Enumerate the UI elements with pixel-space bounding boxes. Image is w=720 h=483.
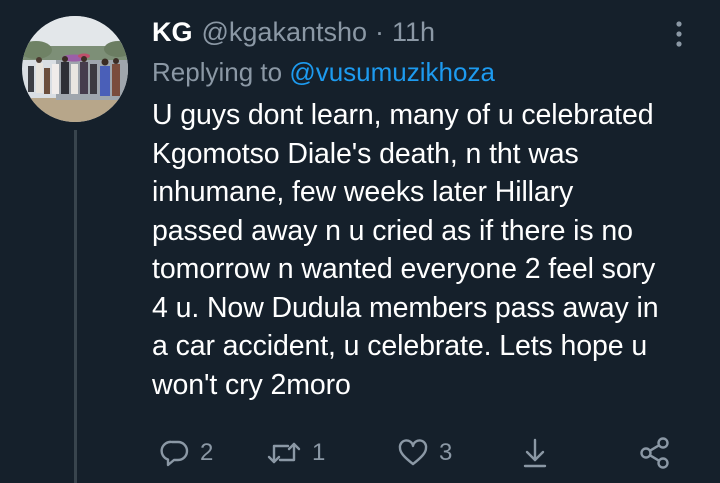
tweet[interactable]: KG @kgakantsho · 11h Replying to @vusumu…: [0, 0, 720, 483]
display-name[interactable]: KG: [152, 14, 193, 50]
share-icon: [640, 437, 669, 469]
timestamp[interactable]: 11h: [392, 14, 435, 50]
avatar-photo: [22, 16, 128, 122]
retweet-count: 1: [312, 439, 326, 466]
replying-to-label: Replying to: [152, 57, 283, 87]
share-button[interactable]: [638, 434, 672, 472]
replying-to: Replying to @vusumuzikhoza: [152, 54, 495, 90]
action-bar: 2 1 3: [152, 434, 692, 472]
download-button[interactable]: [520, 434, 550, 472]
like-count: 3: [439, 439, 453, 466]
tweet-text: U guys dont learn, many of u celebrated …: [152, 99, 659, 401]
avatar[interactable]: [22, 16, 128, 122]
like-button[interactable]: 3: [397, 434, 452, 472]
separator-dot: ·: [375, 17, 385, 47]
reply-icon: [160, 440, 189, 467]
tweet-header: KG @kgakantsho · 11h: [152, 14, 435, 50]
reply-button[interactable]: 2: [160, 434, 213, 472]
heart-icon: [398, 439, 428, 466]
replying-to-handle[interactable]: @vusumuzikhoza: [289, 57, 495, 87]
retweet-button[interactable]: 1: [266, 434, 325, 472]
more-vertical-icon[interactable]: [664, 16, 694, 52]
thread-line: [74, 130, 77, 483]
user-handle[interactable]: @kgakantsho: [202, 14, 368, 50]
retweet-icon: [267, 442, 301, 464]
reply-count: 2: [200, 439, 214, 466]
download-icon: [523, 438, 547, 468]
